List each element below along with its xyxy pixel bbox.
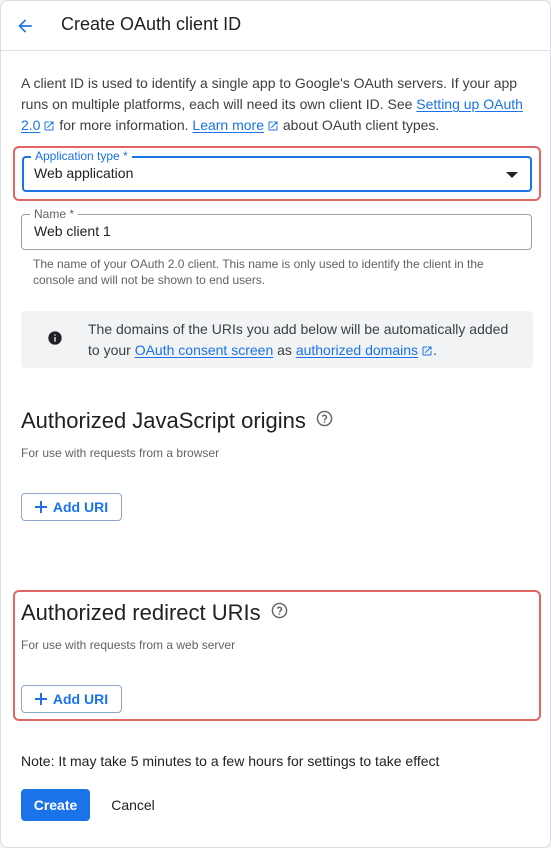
add-js-origin-uri-button[interactable]: Add URI — [21, 493, 122, 521]
name-value: Web client 1 — [34, 223, 111, 239]
application-type-value: Web application — [34, 165, 134, 181]
info-icon — [48, 331, 62, 345]
arrow-back-icon — [18, 19, 32, 33]
dropdown-arrow-icon — [506, 172, 518, 178]
notice-text: The domains of the URIs you add below wi… — [88, 319, 518, 361]
plus-icon — [34, 693, 47, 705]
domains-notice: The domains of the URIs you add below wi… — [21, 311, 533, 368]
dialog-panel: Create OAuth client ID A client ID is us… — [0, 0, 551, 848]
back-button[interactable] — [11, 12, 39, 40]
add-uri-label: Add URI — [52, 499, 109, 515]
authorized-domains-link[interactable]: authorized domains — [296, 342, 433, 358]
application-type-label: Application type * — [31, 149, 132, 163]
redirect-uris-title: Authorized redirect URIs — [21, 600, 261, 625]
application-type-select[interactable]: Application type * Web application — [22, 149, 532, 192]
open-in-new-icon — [422, 346, 432, 356]
redirect-uris-subtitle: For use with requests from a web server — [21, 638, 236, 652]
open-in-new-icon — [268, 121, 278, 131]
settings-delay-note: Note: It may take 5 minutes to a few hou… — [21, 753, 440, 769]
js-origins-subtitle: For use with requests from a browser — [21, 446, 220, 460]
name-label: Name * — [30, 207, 79, 221]
add-redirect-uri-button[interactable]: Add URI — [21, 685, 122, 713]
intro-text: A client ID is used to identify a single… — [21, 73, 531, 136]
notice-text-part: as — [273, 342, 296, 358]
create-button[interactable]: Create — [21, 789, 90, 821]
intro-text-part: about OAuth client types. — [279, 117, 440, 133]
link-label: Learn more — [192, 117, 264, 133]
plus-icon — [34, 501, 47, 513]
header: Create OAuth client ID — [1, 1, 550, 51]
oauth-consent-screen-link[interactable]: OAuth consent screen — [135, 342, 274, 358]
help-icon[interactable] — [271, 602, 288, 619]
help-icon[interactable] — [316, 410, 333, 427]
name-input[interactable]: Name * Web client 1 — [21, 207, 532, 250]
js-origins-heading: Authorized JavaScript origins — [21, 408, 333, 434]
cancel-button[interactable]: Cancel — [101, 789, 165, 821]
name-helper-text: The name of your OAuth 2.0 client. This … — [33, 257, 484, 287]
open-in-new-icon — [44, 121, 54, 131]
notice-text-part: . — [433, 342, 437, 358]
page-title: Create OAuth client ID — [61, 14, 242, 34]
redirect-uris-heading: Authorized redirect URIs — [21, 600, 288, 626]
add-uri-label: Add URI — [52, 691, 109, 707]
js-origins-title: Authorized JavaScript origins — [21, 408, 306, 433]
intro-text-part: for more information. — [55, 117, 193, 133]
link-label: authorized domains — [295, 342, 418, 358]
learn-more-link[interactable]: Learn more — [192, 117, 279, 133]
